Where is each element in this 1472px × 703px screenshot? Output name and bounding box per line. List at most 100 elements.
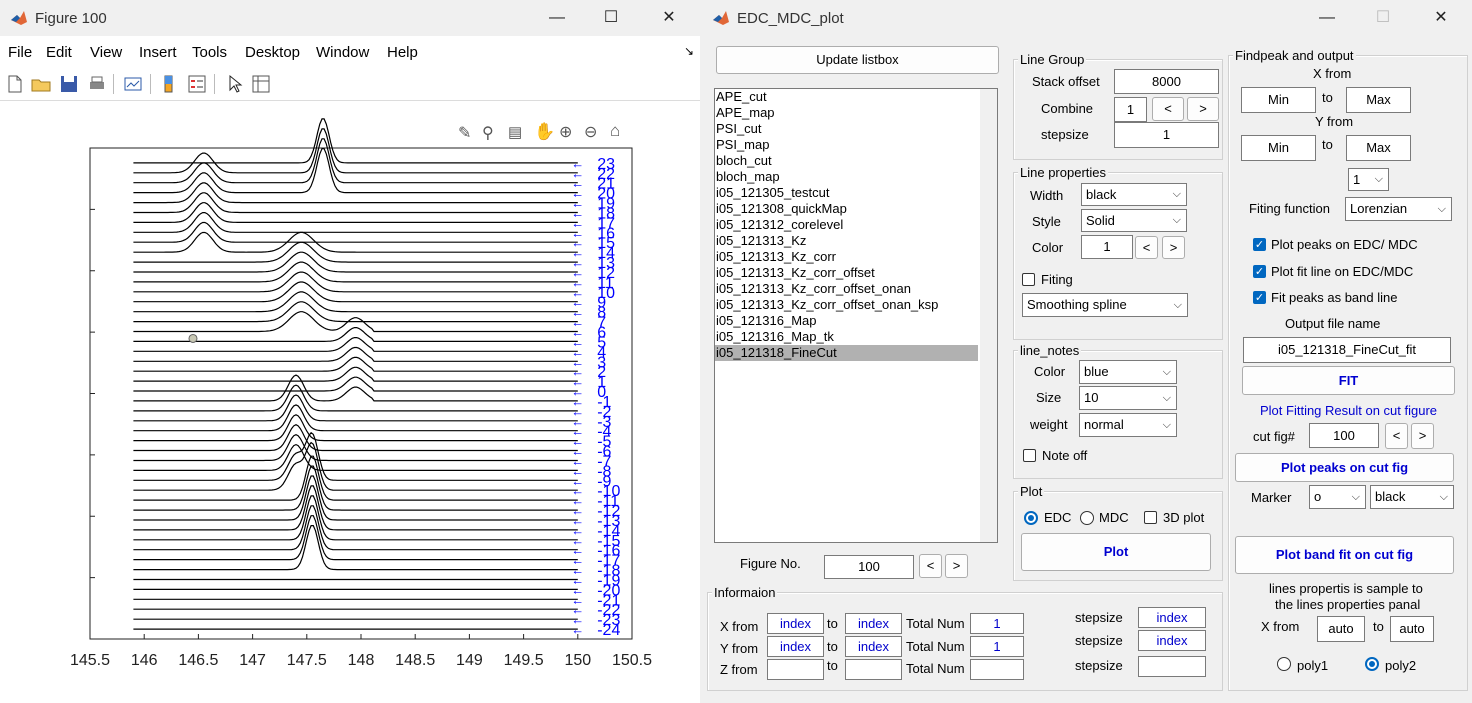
menu-edit[interactable]: Edit: [46, 44, 72, 61]
fit-button[interactable]: FIT: [1242, 366, 1455, 395]
minimize-icon[interactable]: —: [544, 6, 570, 30]
marker-dropdown[interactable]: o ⌵: [1309, 485, 1366, 509]
fit-band-line-checkbox[interactable]: ✓: [1253, 291, 1266, 304]
info-y-from-field[interactable]: index: [767, 636, 824, 657]
fp-order-dropdown[interactable]: 1 ⌵: [1348, 168, 1389, 191]
color-next-button[interactable]: >: [1162, 236, 1185, 259]
list-item[interactable]: APE_map: [715, 105, 978, 121]
list-item[interactable]: i05_121316_Map_tk: [715, 329, 978, 345]
info-z-total-field[interactable]: [970, 659, 1024, 680]
colorbar-icon[interactable]: [158, 73, 180, 95]
stepsize-field[interactable]: 1: [1114, 122, 1219, 148]
menu-view[interactable]: View: [90, 44, 122, 61]
line-color-field[interactable]: 1: [1081, 235, 1133, 259]
list-item[interactable]: i05_121313_Kz_corr_offset_onan_ksp: [715, 297, 978, 313]
style-dropdown[interactable]: Solid ⌵: [1081, 209, 1187, 232]
list-item[interactable]: PSI_map: [715, 137, 978, 153]
info-x-to-field[interactable]: index: [845, 613, 902, 634]
info-z-from-field[interactable]: [767, 659, 824, 680]
maximize-icon[interactable]: ☐: [598, 6, 624, 30]
list-item[interactable]: PSI_cut: [715, 121, 978, 137]
combine-field[interactable]: 1: [1114, 97, 1147, 122]
update-listbox-button[interactable]: Update listbox: [716, 46, 999, 74]
open-folder-icon[interactable]: [30, 73, 52, 95]
notes-size-dropdown[interactable]: 10 ⌵: [1079, 386, 1177, 410]
menu-tools[interactable]: Tools: [192, 44, 227, 61]
close-icon[interactable]: ✕: [656, 6, 682, 30]
new-file-icon[interactable]: [4, 73, 26, 95]
smoothing-dropdown[interactable]: Smoothing spline ⌵: [1022, 293, 1188, 317]
list-item[interactable]: i05_121313_Kz_corr_offset: [715, 265, 978, 281]
menu-window[interactable]: Window: [316, 44, 369, 61]
plot-button[interactable]: Plot: [1021, 533, 1211, 571]
info-x-from-field[interactable]: index: [767, 613, 824, 634]
auto-to-field[interactable]: auto: [1390, 616, 1434, 642]
plot-fit-line-checkbox[interactable]: ✓: [1253, 265, 1266, 278]
info-y-to-field[interactable]: index: [845, 636, 902, 657]
mdc-radio[interactable]: [1080, 511, 1094, 525]
pointer-icon[interactable]: [224, 73, 246, 95]
fp-x-max-field[interactable]: Max: [1346, 87, 1411, 113]
plot-band-fit-button[interactable]: Plot band fit on cut fig: [1235, 536, 1454, 574]
poly2-radio[interactable]: [1365, 657, 1379, 671]
minimize-icon[interactable]: —: [1314, 6, 1340, 30]
info-x-step-field[interactable]: index: [1138, 607, 1206, 628]
fit-function-dropdown[interactable]: Lorenzian ⌵: [1345, 197, 1452, 221]
info-z-to-field[interactable]: [845, 659, 902, 680]
stack-offset-field[interactable]: 8000: [1114, 69, 1219, 94]
list-item[interactable]: i05_121313_Kz_corr: [715, 249, 978, 265]
listbox-scrollbar[interactable]: [980, 89, 997, 542]
figure-no-field[interactable]: 100: [824, 555, 914, 579]
print-icon[interactable]: [86, 73, 108, 95]
list-item[interactable]: APE_cut: [715, 89, 978, 105]
output-file-field[interactable]: i05_121318_FineCut_fit: [1243, 337, 1451, 363]
menu-help[interactable]: Help: [387, 44, 418, 61]
poly1-radio[interactable]: [1277, 657, 1291, 671]
property-inspector-icon[interactable]: [250, 73, 272, 95]
combine-next-button[interactable]: >: [1187, 97, 1219, 121]
plot-peaks-cut-button[interactable]: Plot peaks on cut fig: [1235, 453, 1454, 482]
auto-from-field[interactable]: auto: [1317, 616, 1365, 642]
notes-color-dropdown[interactable]: blue ⌵: [1079, 360, 1177, 384]
list-item[interactable]: bloch_cut: [715, 153, 978, 169]
link-plot-icon[interactable]: [122, 73, 144, 95]
menu-insert[interactable]: Insert: [139, 44, 177, 61]
info-y-total-field[interactable]: 1: [970, 636, 1024, 657]
list-item[interactable]: i05_121313_Kz_corr_offset_onan: [715, 281, 978, 297]
info-y-step-field[interactable]: index: [1138, 630, 1206, 651]
info-z-step-field[interactable]: [1138, 656, 1206, 677]
plot-peaks-edc-checkbox[interactable]: ✓: [1253, 238, 1266, 251]
edc-stack-plot[interactable]: ← 23← 22← 21← 20← 19← 18← 17← 16← 15← 14← 13← 12← 11←…: [0, 101, 700, 703]
figure-next-button[interactable]: >: [945, 554, 968, 578]
cut-fig-field[interactable]: 100: [1309, 423, 1379, 448]
width-dropdown[interactable]: black ⌵: [1081, 183, 1187, 206]
fiting-checkbox[interactable]: [1022, 273, 1035, 286]
fp-x-min-field[interactable]: Min: [1241, 87, 1316, 113]
plot-3d-checkbox[interactable]: [1144, 511, 1157, 524]
list-item[interactable]: i05_121308_quickMap: [715, 201, 978, 217]
cut-fig-next-button[interactable]: >: [1411, 423, 1434, 449]
note-off-checkbox[interactable]: [1023, 449, 1036, 462]
figure-prev-button[interactable]: <: [919, 554, 942, 578]
list-item[interactable]: i05_121312_corelevel: [715, 217, 978, 233]
notes-weight-dropdown[interactable]: normal ⌵: [1079, 413, 1177, 437]
dock-arrow-icon[interactable]: ↘: [684, 44, 694, 58]
color-prev-button[interactable]: <: [1135, 236, 1158, 259]
save-icon[interactable]: [58, 73, 80, 95]
legend-icon[interactable]: [186, 73, 208, 95]
edc-radio[interactable]: [1024, 511, 1038, 525]
list-item[interactable]: i05_121305_testcut: [715, 185, 978, 201]
list-item[interactable]: i05_121313_Kz: [715, 233, 978, 249]
list-item[interactable]: i05_121316_Map: [715, 313, 978, 329]
combine-prev-button[interactable]: <: [1152, 97, 1184, 121]
cut-fig-prev-button[interactable]: <: [1385, 423, 1408, 449]
dataset-listbox[interactable]: APE_cut APE_map PSI_cut PSI_map bloch_cut blo…: [714, 88, 998, 543]
menu-desktop[interactable]: Desktop: [245, 44, 300, 61]
info-x-total-field[interactable]: 1: [970, 613, 1024, 634]
close-icon[interactable]: ✕: [1428, 6, 1454, 30]
menu-file[interactable]: File: [8, 44, 32, 61]
fp-y-min-field[interactable]: Min: [1241, 135, 1316, 161]
fp-y-max-field[interactable]: Max: [1346, 135, 1411, 161]
list-item[interactable]: bloch_map: [715, 169, 978, 185]
list-item[interactable]: i05_121318_FineCut: [715, 345, 978, 361]
